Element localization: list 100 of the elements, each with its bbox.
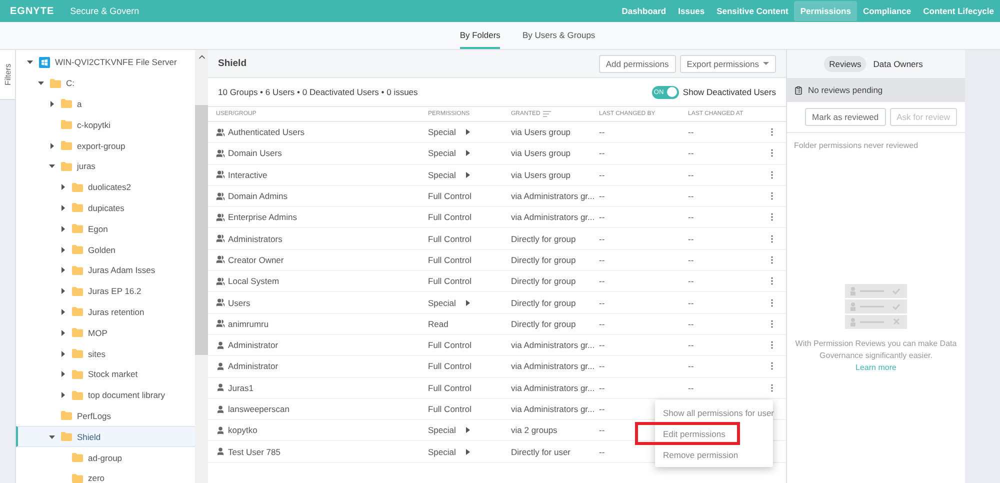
caret-icon[interactable] bbox=[59, 204, 67, 212]
menu-item[interactable]: Edit permissions bbox=[655, 423, 773, 444]
table-cell: Test User 785 bbox=[216, 446, 280, 457]
folder-icon bbox=[61, 99, 72, 108]
caret-icon[interactable] bbox=[59, 370, 67, 378]
table-cell: via Users group bbox=[511, 127, 571, 138]
tree-item[interactable]: Juras retention bbox=[16, 302, 195, 322]
folder-icon bbox=[50, 78, 61, 88]
tree-item[interactable]: juras bbox=[16, 156, 195, 177]
table-cell: -- bbox=[599, 425, 605, 436]
tree-item[interactable]: Stock market bbox=[16, 364, 195, 385]
folder-icon bbox=[72, 266, 83, 275]
caret-icon[interactable] bbox=[59, 350, 67, 358]
table-cell: Domain Users bbox=[216, 148, 282, 158]
caret-icon[interactable] bbox=[59, 224, 67, 233]
view-tab[interactable]: By Users & Groups bbox=[522, 22, 596, 49]
table-cell: -- bbox=[599, 298, 605, 308]
tree-item[interactable]: zero bbox=[16, 468, 195, 483]
table-cell: via Administrators gr... bbox=[511, 212, 595, 222]
folder-icon bbox=[72, 245, 83, 254]
expand-icon[interactable] bbox=[464, 448, 471, 455]
panel-tab[interactable]: Reviews bbox=[824, 56, 866, 72]
summary-text: 10 Groups • 6 Users • 0 Deactivated Users • 0 issues bbox=[218, 87, 418, 97]
menu-item[interactable]: Show all permissions for user bbox=[655, 402, 773, 423]
filters-tab[interactable]: Filters bbox=[0, 50, 15, 100]
expand-icon[interactable] bbox=[464, 150, 471, 156]
menu-item[interactable]: Remove permission bbox=[655, 444, 773, 465]
sort-icon bbox=[543, 111, 552, 117]
caret-icon[interactable] bbox=[59, 183, 67, 192]
tree-item[interactable]: Shield bbox=[16, 426, 195, 448]
tree-item[interactable]: top document library bbox=[16, 384, 195, 406]
table-cell: -- bbox=[688, 382, 694, 393]
caret-icon[interactable] bbox=[26, 58, 34, 66]
tree-item[interactable]: dupicates bbox=[16, 198, 195, 218]
table-cell: via Administrators gr... bbox=[511, 191, 595, 202]
table-cell: Administrator bbox=[216, 361, 278, 372]
caret-icon[interactable] bbox=[48, 100, 56, 108]
tree-item[interactable]: duolicates2 bbox=[16, 176, 195, 198]
tree-item[interactable]: C: bbox=[16, 72, 195, 94]
table-cell: -- bbox=[599, 404, 605, 414]
caret-icon[interactable] bbox=[59, 287, 67, 296]
tree-item[interactable]: sites bbox=[16, 343, 195, 364]
review-illustration-drawing bbox=[845, 284, 907, 330]
expand-icon[interactable] bbox=[464, 300, 471, 306]
tree-item[interactable]: WIN-QVI2CTKVNFE File Server bbox=[16, 52, 195, 73]
review-button[interactable]: Mark as reviewed bbox=[805, 108, 886, 126]
folder-icon bbox=[72, 307, 83, 316]
user-icon bbox=[216, 426, 225, 435]
caret-icon[interactable] bbox=[37, 79, 45, 88]
caret-icon[interactable] bbox=[59, 308, 67, 316]
folder-icon bbox=[61, 411, 72, 420]
table-cell: Directly for group bbox=[511, 254, 576, 265]
panel-tab[interactable]: Data Owners bbox=[868, 56, 928, 72]
tree-item[interactable]: Egon bbox=[16, 218, 195, 240]
caret-icon[interactable] bbox=[59, 246, 67, 254]
group-icon bbox=[216, 192, 225, 201]
user-icon bbox=[216, 404, 225, 414]
product-name: Secure & Govern bbox=[70, 6, 140, 16]
caret-icon[interactable] bbox=[59, 328, 67, 337]
tree-item[interactable]: ad-group bbox=[16, 447, 195, 468]
folder-icon bbox=[72, 474, 83, 483]
table-cell: -- bbox=[688, 127, 694, 138]
table-cell: -- bbox=[599, 382, 605, 393]
tree-item[interactable]: Juras EP 16.2 bbox=[16, 280, 195, 302]
tree-item[interactable]: MOP bbox=[16, 322, 195, 344]
caret-icon[interactable] bbox=[48, 432, 56, 441]
expand-icon[interactable] bbox=[464, 172, 471, 178]
table-cell: Users bbox=[216, 298, 250, 308]
caret-icon[interactable] bbox=[59, 391, 67, 400]
table-cell: via 2 groups bbox=[511, 425, 558, 436]
group-icon bbox=[216, 170, 225, 180]
user-icon bbox=[216, 340, 225, 350]
action-button[interactable]: Add permissions bbox=[598, 54, 676, 72]
table-cell: via Users group bbox=[511, 148, 571, 158]
group-icon bbox=[216, 148, 225, 158]
caret-icon[interactable] bbox=[48, 142, 56, 150]
table-cell: Interactive bbox=[216, 170, 268, 180]
tree-item[interactable]: Golden bbox=[16, 239, 195, 260]
table-cell: -- bbox=[599, 234, 605, 244]
folder-icon bbox=[72, 182, 83, 192]
table-cell: -- bbox=[688, 340, 694, 350]
expand-icon[interactable] bbox=[464, 427, 471, 434]
tree-item[interactable]: export-group bbox=[16, 135, 195, 156]
tree-item[interactable]: a bbox=[16, 94, 195, 114]
expand-icon[interactable] bbox=[464, 129, 471, 136]
table-cell: Special bbox=[428, 298, 471, 308]
toggle-label: Show Deactivated Users bbox=[682, 87, 776, 97]
scrollbar-thumb[interactable] bbox=[195, 105, 208, 355]
tree-item[interactable]: Juras Adam Isses bbox=[16, 260, 195, 281]
table-cell: kopytko bbox=[216, 425, 258, 436]
tree-item[interactable]: PerfLogs bbox=[16, 406, 195, 426]
caret-icon[interactable] bbox=[48, 162, 56, 170]
table-cell: -- bbox=[599, 340, 605, 350]
tree-item[interactable]: c-kopytki bbox=[16, 114, 195, 136]
table-cell: -- bbox=[599, 170, 605, 180]
caret-icon[interactable] bbox=[59, 266, 67, 274]
action-button[interactable]: Export permissions bbox=[680, 54, 776, 72]
user-icon bbox=[216, 383, 225, 392]
folder-title: Shield bbox=[218, 58, 247, 69]
table-cell: Special bbox=[428, 127, 471, 138]
